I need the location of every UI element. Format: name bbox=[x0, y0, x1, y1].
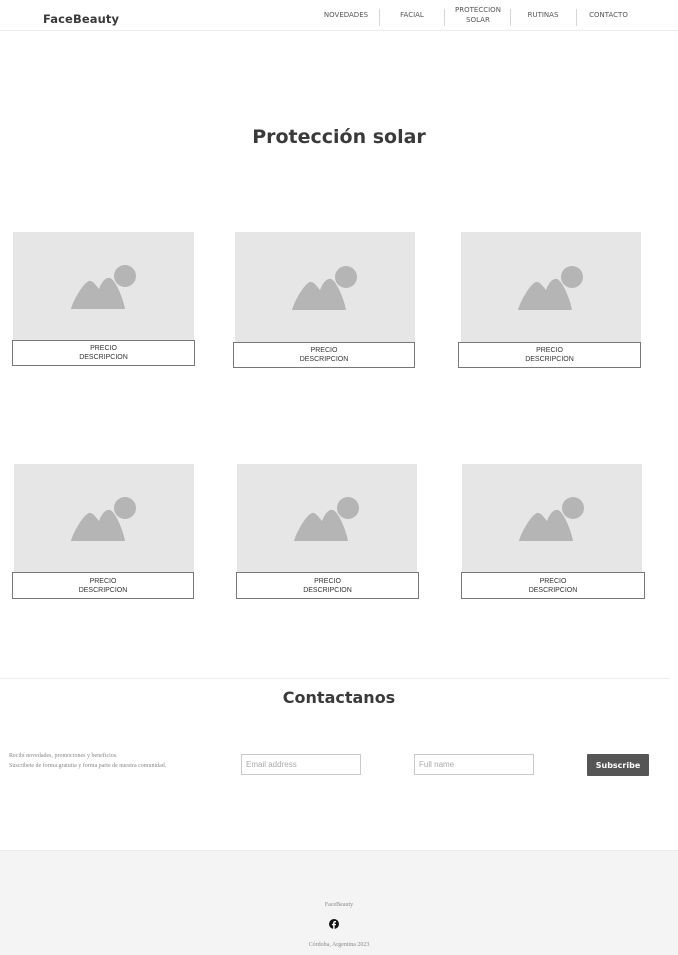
nav-item-label: PROTECCION bbox=[455, 6, 501, 14]
email-field[interactable] bbox=[241, 754, 361, 775]
nav-item-facial[interactable]: FACIAL bbox=[386, 0, 438, 30]
product-price: PRECIO bbox=[310, 347, 338, 354]
image-placeholder-icon bbox=[70, 265, 136, 309]
product-description: DESCRIPCION bbox=[525, 356, 574, 363]
contact-description: Recibí novedades, promociones y benefici… bbox=[9, 752, 166, 771]
image-placeholder-icon bbox=[292, 266, 357, 310]
nav-separator bbox=[379, 9, 380, 26]
facebook-icon[interactable] bbox=[329, 919, 339, 929]
image-placeholder-icon bbox=[519, 497, 584, 541]
section-divider bbox=[0, 678, 670, 679]
page-title: Protección solar bbox=[252, 126, 426, 148]
contact-title: Contactanos bbox=[282, 688, 396, 707]
nav-item-proteccion-solar[interactable]: PROTECCION SOLAR bbox=[449, 0, 507, 30]
footer-location: Córdoba, Argentina 2023 bbox=[308, 942, 370, 948]
product-description: DESCRIPCION bbox=[303, 586, 352, 594]
product-info[interactable]: PRECIO DESCRIPCION bbox=[233, 342, 415, 368]
nav-item-rutinas[interactable]: RUTINAS bbox=[516, 0, 570, 30]
nav-separator bbox=[444, 9, 445, 26]
product-image[interactable] bbox=[14, 464, 194, 572]
product-image[interactable] bbox=[462, 464, 642, 572]
product-price: PRECIO bbox=[90, 345, 117, 352]
product-info[interactable]: PRECIO DESCRIPCION bbox=[458, 342, 641, 368]
nav-item-contacto[interactable]: CONTACTO bbox=[581, 0, 636, 30]
nav-separator bbox=[576, 9, 577, 26]
image-placeholder-icon bbox=[518, 266, 583, 310]
footer-brand: FaceBeauty bbox=[324, 902, 354, 908]
image-placeholder-icon bbox=[71, 497, 136, 541]
nav-separator bbox=[510, 9, 511, 26]
product-info[interactable]: PRECIO DESCRIPCION bbox=[236, 572, 419, 599]
product-image[interactable] bbox=[237, 464, 417, 572]
product-description: DESCRIPCION bbox=[299, 356, 349, 363]
full-name-field[interactable] bbox=[414, 754, 534, 775]
product-image[interactable] bbox=[235, 232, 415, 342]
product-info[interactable]: PRECIO DESCRIPCION bbox=[461, 572, 645, 599]
product-info[interactable]: PRECIO DESCRIPCION bbox=[12, 340, 195, 366]
product-description: DESCRIPCION bbox=[79, 354, 128, 361]
product-description: DESCRIPCION bbox=[528, 586, 578, 594]
site-footer: FaceBeauty Córdoba, Argentina 2023 bbox=[0, 850, 678, 955]
product-price: PRECIO bbox=[539, 577, 567, 585]
contact-text-line: Recibí novedades, promociones y benefici… bbox=[9, 753, 118, 759]
nav-item-label: SOLAR bbox=[466, 16, 490, 24]
product-price: PRECIO bbox=[89, 577, 117, 585]
site-header: FaceBeauty NOVEDADES FACIAL PROTECCION S… bbox=[0, 0, 678, 31]
image-placeholder-icon bbox=[294, 497, 359, 541]
product-description: DESCRIPCION bbox=[78, 586, 128, 594]
subscribe-button[interactable]: Subscribe bbox=[587, 754, 649, 776]
product-price: PRECIO bbox=[314, 577, 341, 585]
contact-text-line: Suscribete de forma gratuita y forma par… bbox=[9, 762, 167, 769]
product-image[interactable] bbox=[461, 232, 641, 342]
product-image[interactable] bbox=[13, 232, 194, 340]
product-info[interactable]: PRECIO DESCRIPCION bbox=[12, 572, 194, 599]
nav-item-novedades[interactable]: NOVEDADES bbox=[316, 0, 376, 30]
brand-logo[interactable]: FaceBeauty bbox=[43, 12, 119, 26]
product-price: PRECIO bbox=[536, 347, 563, 354]
